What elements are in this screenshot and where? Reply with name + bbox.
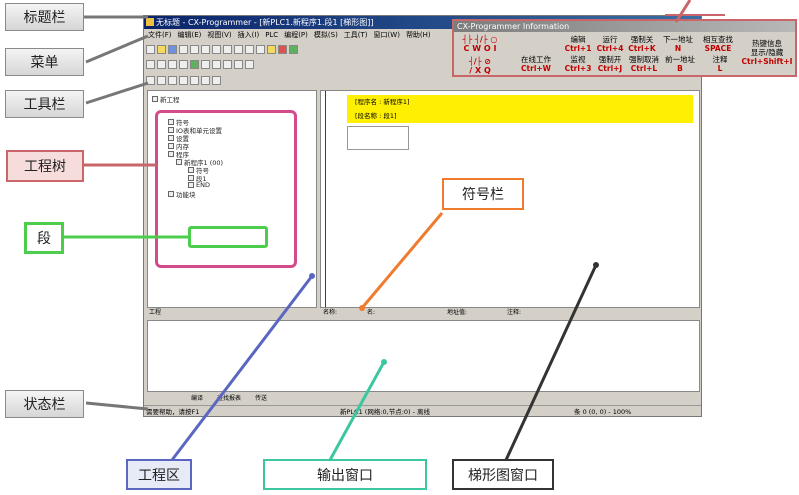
callout-project-area: 工程区 xyxy=(126,459,192,490)
symbol-bar-dot xyxy=(359,305,365,311)
callout-status-bar: 状态栏 xyxy=(5,390,84,418)
callout-symbol-bar: 符号栏 xyxy=(442,178,524,210)
callout-section: 段 xyxy=(24,222,64,254)
callout-menu: 菜单 xyxy=(5,48,84,76)
status-bar-connector xyxy=(85,401,149,411)
output-window-connector xyxy=(328,361,386,461)
output-window-dot xyxy=(381,359,387,365)
callout-ladder-window: 梯形图窗口 xyxy=(452,459,554,490)
menu-connector xyxy=(85,34,149,64)
ladder-window-connector xyxy=(504,264,598,461)
ladder-window-dot xyxy=(593,262,599,268)
info-panel-connector xyxy=(674,0,692,23)
callout-toolbar: 工具栏 xyxy=(5,90,84,118)
toolbar-connector xyxy=(85,81,149,105)
callout-project-tree: 工程树 xyxy=(6,150,84,182)
project-area-dot xyxy=(309,273,315,279)
callout-title-bar: 标题栏 xyxy=(5,3,84,31)
symbol-bar-connector xyxy=(360,212,444,309)
callout-connectors xyxy=(62,0,692,461)
callout-output-window: 输出窗口 xyxy=(263,459,427,490)
project-area-connector xyxy=(170,275,314,461)
